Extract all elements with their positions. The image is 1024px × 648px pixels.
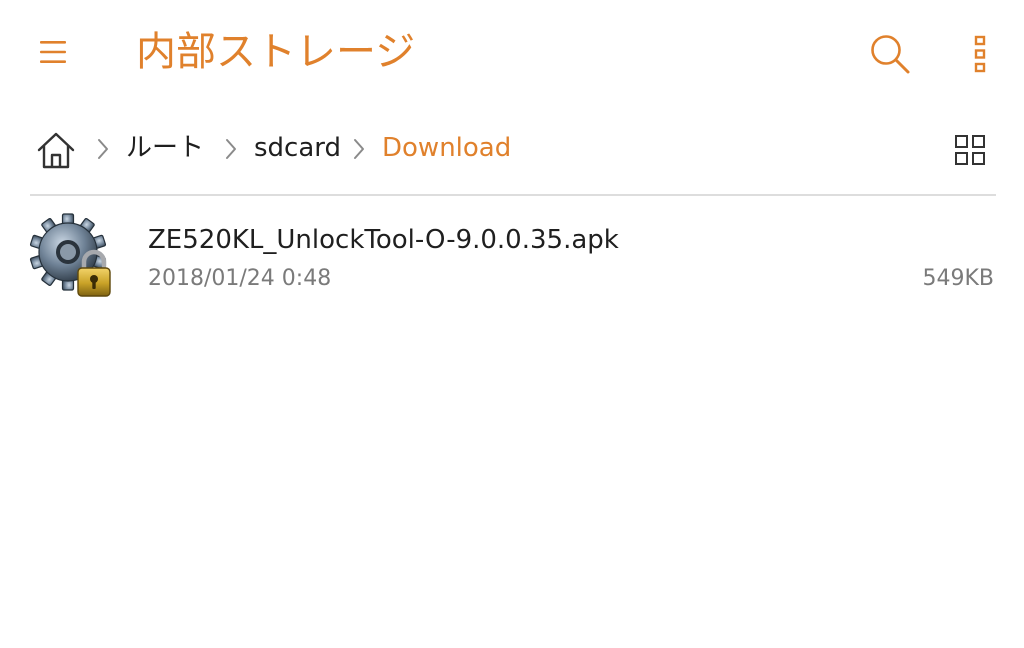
hamburger-menu-icon bbox=[40, 41, 66, 63]
more-options-button[interactable] bbox=[962, 30, 998, 78]
search-button[interactable] bbox=[866, 30, 914, 78]
home-icon bbox=[37, 132, 75, 169]
list-item[interactable]: ZE520KL_UnlockTool-O-9.0.0.35.apk 2018/0… bbox=[0, 206, 1024, 310]
breadcrumb-item-sdcard[interactable]: sdcard bbox=[254, 126, 341, 170]
grid-view-button[interactable] bbox=[948, 128, 992, 172]
grid-view-icon bbox=[955, 135, 985, 165]
chevron-right-icon bbox=[222, 137, 240, 161]
breadcrumb-item-download[interactable]: Download bbox=[382, 126, 511, 170]
file-date: 2018/01/24 0:48 bbox=[148, 266, 332, 291]
breadcrumb-item-root[interactable]: ルート bbox=[126, 126, 204, 170]
chevron-right-icon bbox=[350, 137, 368, 161]
page-title: 内部ストレージ bbox=[136, 29, 416, 75]
file-size: 549KB bbox=[922, 266, 994, 291]
more-vertical-icon bbox=[974, 35, 986, 73]
menu-button[interactable] bbox=[36, 34, 70, 70]
app-bar: 内部ストレージ bbox=[0, 0, 1024, 108]
breadcrumb: ルート sdcard Download bbox=[0, 118, 1024, 180]
file-list: ZE520KL_UnlockTool-O-9.0.0.35.apk 2018/0… bbox=[0, 196, 1024, 316]
search-icon bbox=[871, 35, 910, 74]
breadcrumb-home[interactable] bbox=[34, 128, 78, 172]
file-name: ZE520KL_UnlockTool-O-9.0.0.35.apk bbox=[148, 225, 619, 255]
file-manager-app: 内部ストレージ ルート sdcard Download ZE520KL_Unlo… bbox=[0, 0, 1024, 648]
chevron-right-icon bbox=[94, 137, 112, 161]
gear-lock-icon bbox=[28, 212, 120, 304]
